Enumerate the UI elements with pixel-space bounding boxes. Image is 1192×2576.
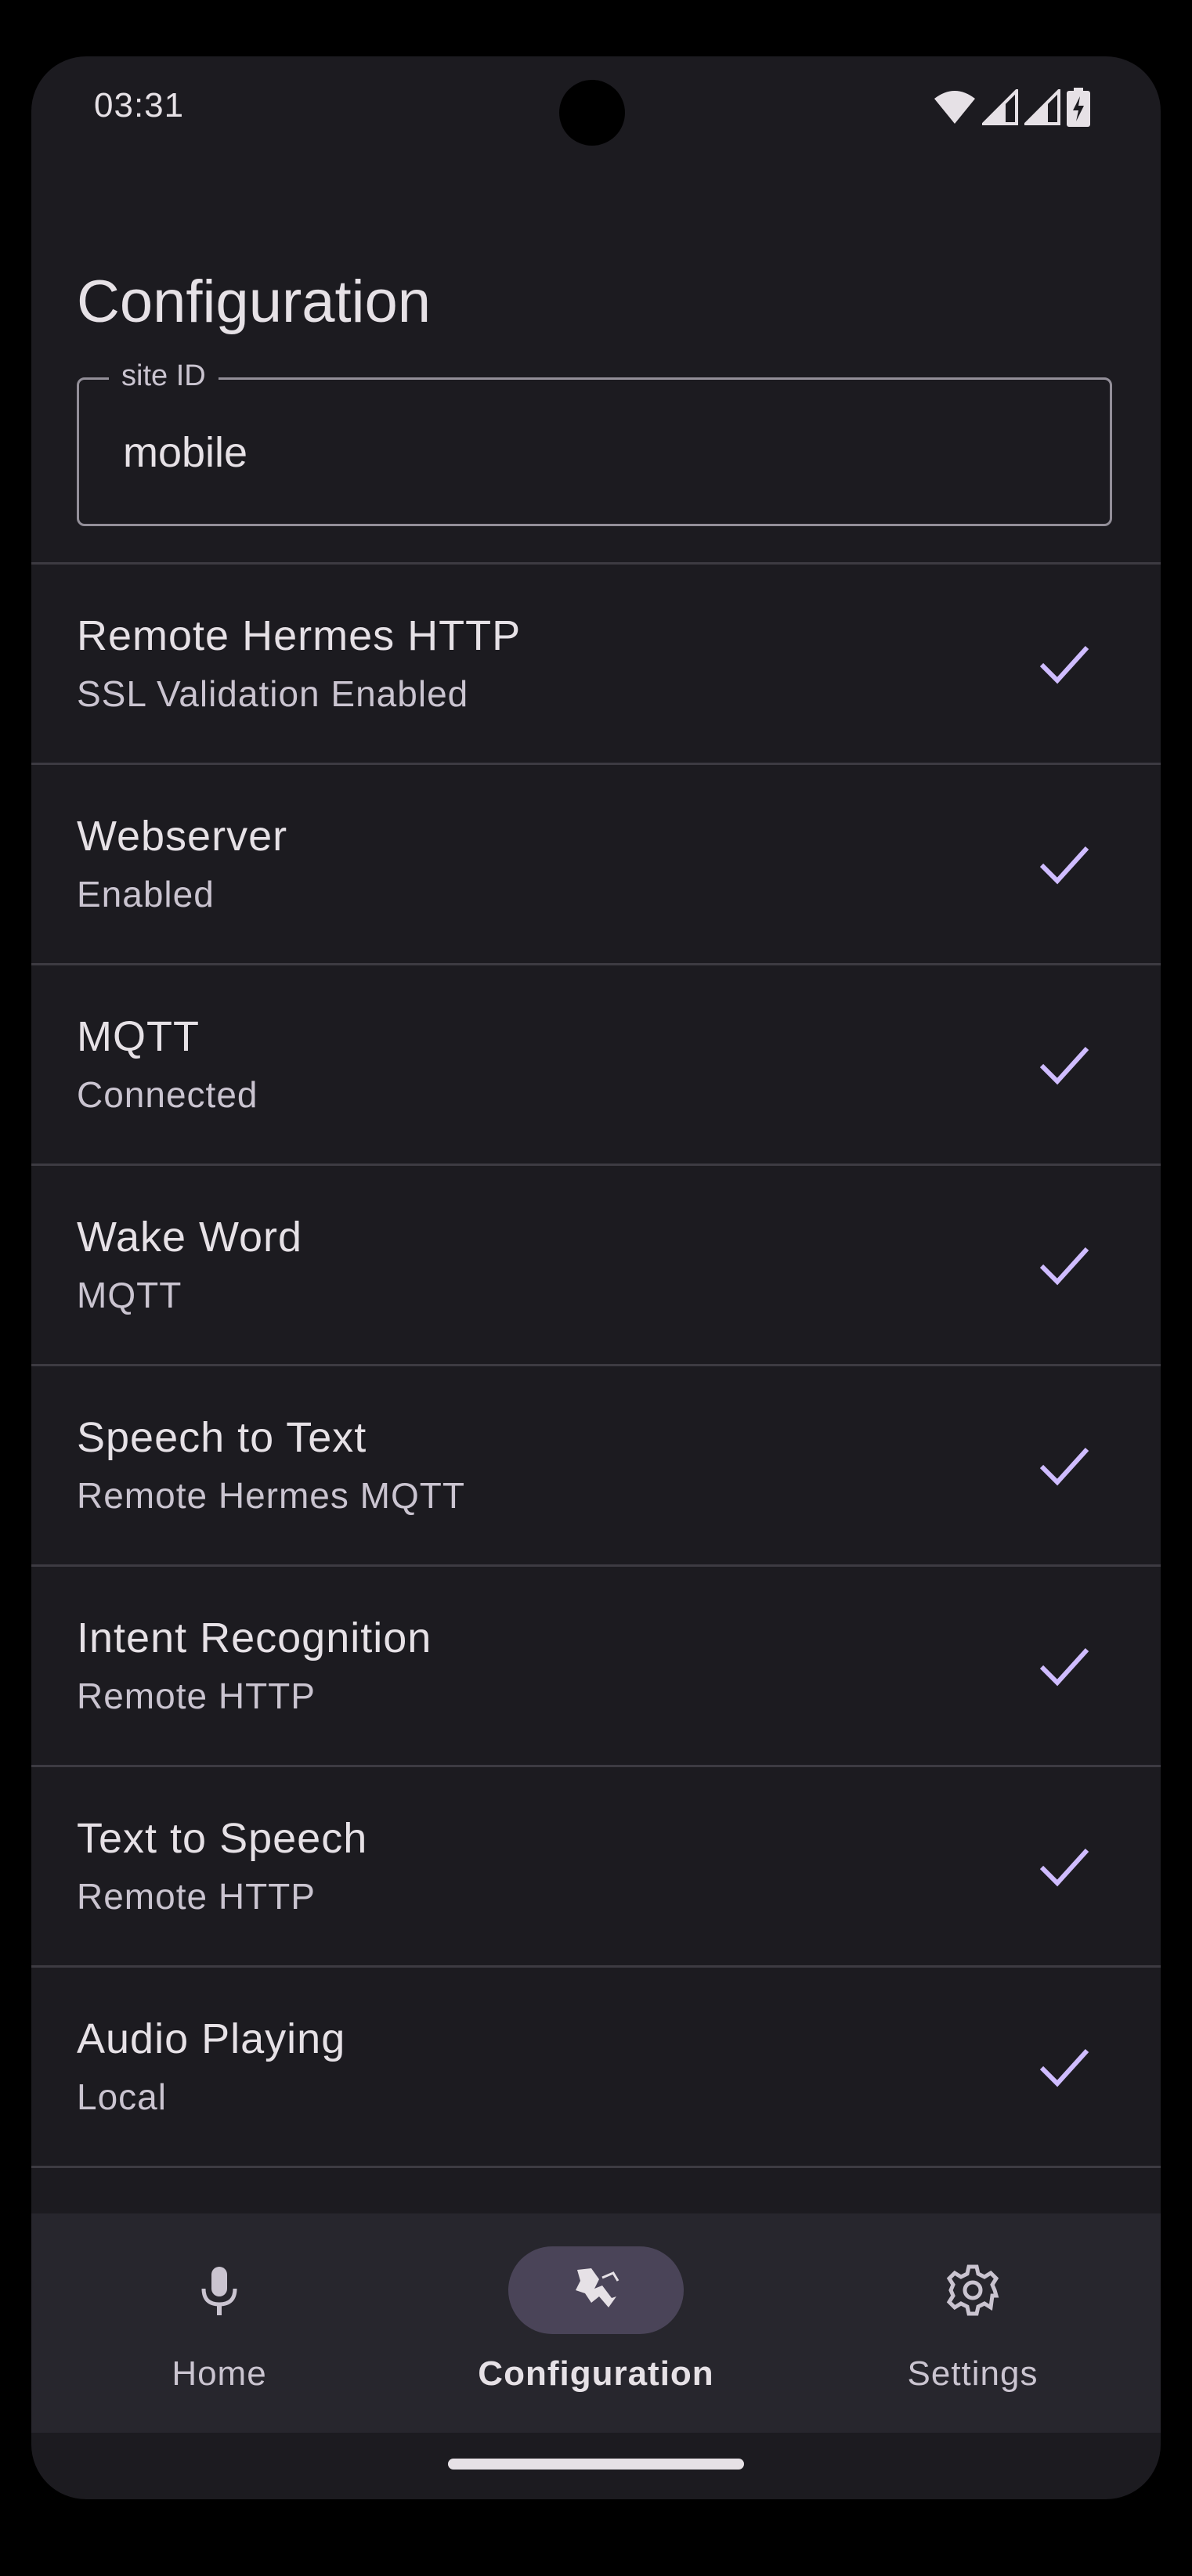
config-item-title: MQTT (77, 1013, 200, 1060)
config-list: Remote Hermes HTTP SSL Validation Enable… (31, 562, 1161, 2168)
config-item-subtitle: Local (77, 2076, 167, 2117)
check-icon (1039, 1447, 1089, 1486)
page-title: Configuration (77, 269, 432, 335)
config-item-speech-to-text[interactable]: Speech to Text Remote Hermes MQTT (31, 1366, 1161, 1567)
site-id-input[interactable] (121, 420, 1064, 485)
check-icon (1039, 846, 1089, 885)
device-frame: 03:31 Configuration site ID mobile Remot… (0, 0, 1192, 2576)
wifi-icon (934, 91, 975, 124)
config-item-title: Text to Speech (77, 1815, 368, 1862)
status-bar: 03:31 (31, 56, 1161, 158)
front-camera (559, 80, 625, 146)
config-item-subtitle: Remote HTTP (77, 1676, 316, 1716)
nav-label: Configuration (478, 2354, 714, 2393)
check-icon (1039, 2048, 1089, 2087)
check-icon (1039, 1247, 1089, 1286)
config-item-subtitle: Enabled (77, 874, 215, 915)
screen: 03:31 Configuration site ID mobile Remot… (31, 56, 1161, 2499)
signal-icon (982, 89, 1018, 125)
nav-item-settings[interactable]: Settings (785, 2213, 1161, 2433)
config-item-intent-recognition[interactable]: Intent Recognition Remote HTTP (31, 1567, 1161, 1767)
config-item-mqtt[interactable]: MQTT Connected (31, 965, 1161, 1166)
config-item-subtitle: SSL Validation Enabled (77, 673, 469, 714)
site-id-label: site ID (109, 359, 219, 393)
nav-item-home[interactable]: Home (31, 2213, 407, 2433)
nav-label: Home (172, 2354, 267, 2393)
config-item-audio-playing[interactable]: Audio Playing Local (31, 1968, 1161, 2168)
config-item-title: Intent Recognition (77, 1615, 432, 1661)
signal-icon (1024, 89, 1060, 125)
config-item-title: Audio Playing (77, 2015, 346, 2062)
config-item-subtitle: MQTT (77, 1275, 182, 1315)
gear-icon (946, 2264, 999, 2316)
gesture-handle[interactable] (448, 2459, 744, 2470)
bottom-navigation: Home Configuration Settings (31, 2213, 1161, 2433)
config-item-subtitle: Connected (77, 1074, 258, 1115)
check-icon (1039, 1046, 1089, 1085)
status-time: 03:31 (94, 86, 185, 124)
check-icon (1039, 1848, 1089, 1887)
nav-label: Settings (907, 2354, 1038, 2393)
config-item-wake-word[interactable]: Wake Word MQTT (31, 1166, 1161, 1366)
config-item-title: Remote Hermes HTTP (77, 612, 522, 659)
check-icon (1039, 645, 1089, 684)
microphone-icon (201, 2267, 237, 2315)
battery-charging-icon (1067, 88, 1090, 127)
check-icon (1039, 1647, 1089, 1687)
config-item-subtitle: Remote HTTP (77, 1876, 316, 1917)
status-icons (934, 88, 1090, 127)
config-item-remote-hermes-http[interactable]: Remote Hermes HTTP SSL Validation Enable… (31, 565, 1161, 765)
config-item-title: Webserver (77, 813, 288, 860)
site-id-field[interactable]: site ID (77, 359, 1112, 526)
config-item-title: Wake Word (77, 1214, 303, 1261)
config-item-text-to-speech[interactable]: Text to Speech Remote HTTP (31, 1767, 1161, 1968)
config-item-webserver[interactable]: Webserver Enabled (31, 765, 1161, 965)
nav-item-configuration[interactable]: Configuration (408, 2213, 784, 2433)
config-item-title: Speech to Text (77, 1414, 367, 1461)
configuration-icon (576, 2268, 619, 2307)
config-item-subtitle: Remote Hermes MQTT (77, 1475, 465, 1516)
